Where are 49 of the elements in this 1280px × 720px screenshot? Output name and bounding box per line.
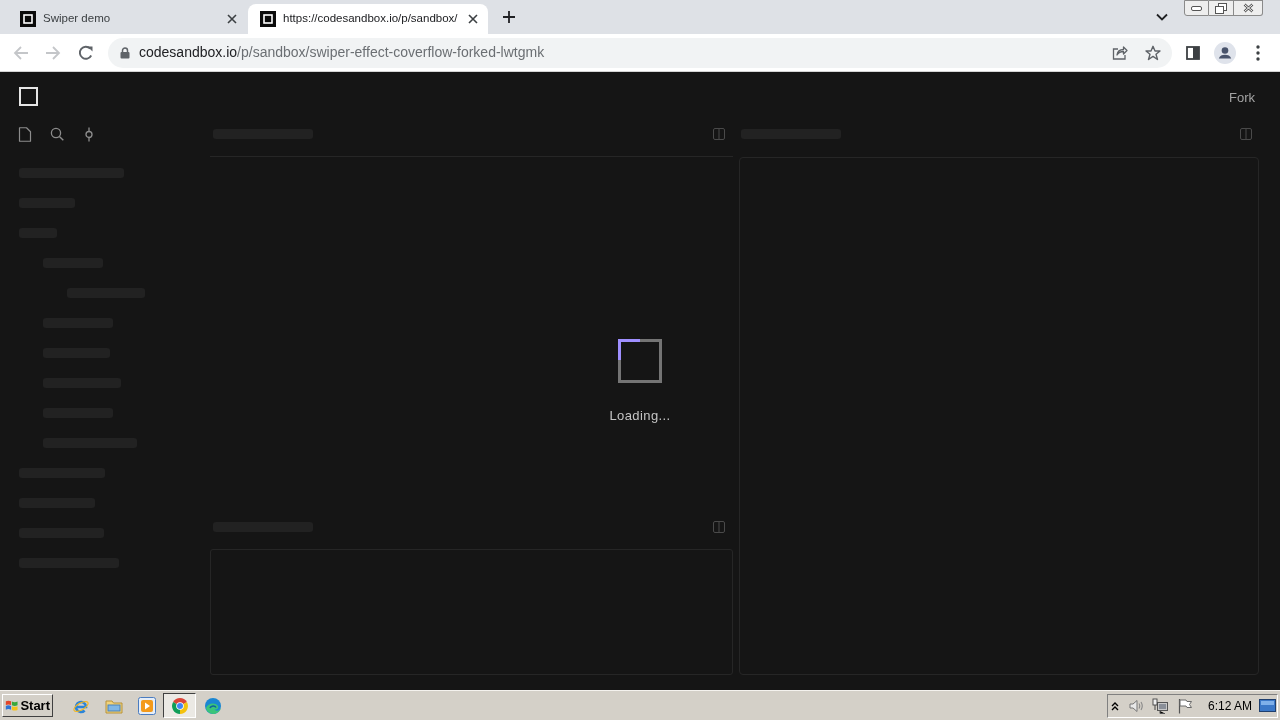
share-icon [1112, 45, 1128, 60]
desktop-icon[interactable] [1259, 699, 1276, 712]
share-button[interactable] [1111, 43, 1129, 62]
wave-logo-icon [203, 696, 222, 715]
loading-spinner-icon [618, 338, 662, 383]
new-tab-button[interactable] [501, 9, 517, 25]
plus-icon [503, 11, 515, 23]
side-panel-icon [1186, 45, 1200, 60]
speaker-icon[interactable] [1128, 697, 1144, 714]
window-close-button[interactable] [1234, 0, 1263, 16]
restore-button[interactable] [1209, 0, 1234, 16]
reload-icon [78, 44, 94, 61]
clock-text[interactable]: 6:12 AM [1208, 696, 1253, 715]
back-arrow-icon [13, 44, 29, 61]
chevron-down-icon [1156, 13, 1168, 21]
square-favicon-icon [260, 11, 276, 27]
square-favicon-icon [20, 11, 36, 27]
chevron-up-icon[interactable] [1111, 700, 1119, 711]
address-bar[interactable]: codesandbox.io/p/sandbox/swiper-effect-coverflow-forked-lwtgmk [108, 37, 1172, 68]
lock-icon [120, 46, 130, 59]
windows-flag-icon [5, 698, 19, 713]
flag-icon[interactable] [1177, 697, 1193, 714]
restore-icon [1215, 2, 1227, 14]
star-icon [1145, 44, 1161, 61]
close-icon [467, 14, 478, 24]
minimize-button[interactable] [1184, 0, 1209, 16]
browser-tab[interactable]: Swiper demo [8, 4, 248, 34]
file-icon[interactable] [18, 126, 32, 142]
url-text: codesandbox.io/p/sandbox/swiper-effect-coverflow-forked-lwtgmk [139, 43, 545, 62]
search-icon[interactable] [50, 127, 64, 141]
fork-button[interactable]: Fork [1229, 88, 1255, 108]
ring-logo-icon [170, 696, 189, 715]
avatar-silhouette-icon [1214, 41, 1236, 64]
profile-button[interactable] [1213, 40, 1237, 65]
play-icon [137, 696, 156, 715]
menu-icon [1256, 44, 1260, 61]
start-button[interactable]: Start [2, 694, 53, 717]
loading-text: Loading... [609, 407, 671, 424]
close-icon [227, 14, 237, 24]
forward-arrow-icon [45, 44, 61, 61]
close-icon [1242, 3, 1254, 13]
network-icon[interactable] [1152, 697, 1168, 714]
square-logo-icon[interactable] [19, 86, 38, 106]
taskbar-app-button[interactable] [163, 693, 196, 718]
folder-icon [104, 697, 123, 714]
commit-icon[interactable] [82, 126, 96, 142]
bookmark-button[interactable] [1144, 43, 1162, 62]
minimize-icon [1191, 5, 1202, 11]
browser-tab[interactable]: https://codesandbox.io/p/sandbox/ [248, 4, 488, 34]
